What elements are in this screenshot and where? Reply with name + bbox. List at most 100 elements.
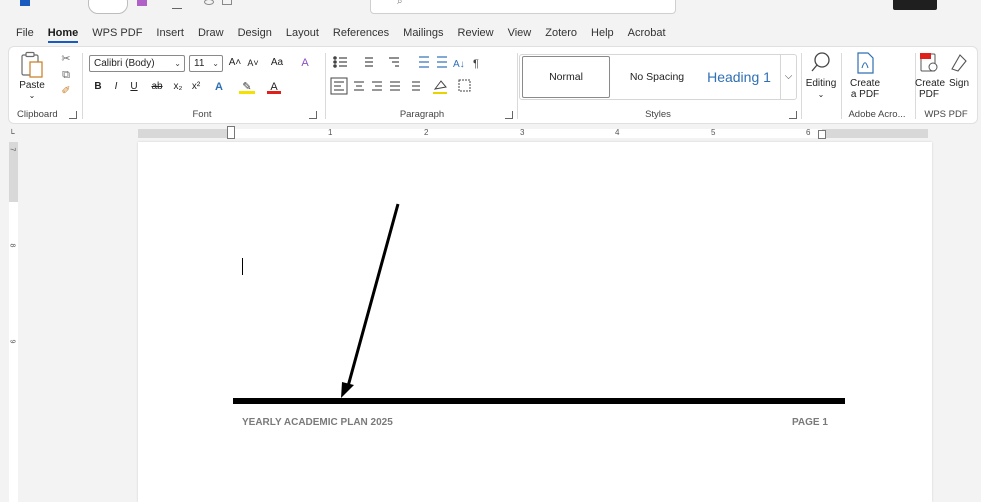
grow-font-button[interactable]: A˄ bbox=[227, 55, 243, 71]
copy-icon[interactable]: ⧉ bbox=[59, 69, 73, 81]
styles-more-icon[interactable]: ⌵ bbox=[780, 55, 796, 99]
shrink-font-button[interactable]: A˅ bbox=[245, 55, 261, 71]
line-spacing-icon[interactable] bbox=[412, 81, 420, 91]
ruler-number: 4 bbox=[615, 128, 620, 137]
tab-acrobat[interactable]: Acrobat bbox=[628, 27, 666, 39]
tab-review[interactable]: Review bbox=[458, 27, 494, 39]
tab-insert[interactable]: Insert bbox=[156, 27, 184, 39]
style-heading-1[interactable]: Heading 1 bbox=[698, 56, 780, 98]
right-indent-marker-icon[interactable] bbox=[818, 130, 826, 139]
superscript-button[interactable]: x² bbox=[189, 79, 203, 95]
sign-button[interactable]: Sign bbox=[945, 51, 973, 89]
tab-draw[interactable]: Draw bbox=[198, 27, 224, 39]
font-name-value: Calibri (Body) bbox=[94, 58, 155, 69]
tab-help[interactable]: Help bbox=[591, 27, 614, 39]
customize-qat-icon[interactable] bbox=[222, 0, 232, 5]
paste-icon bbox=[21, 51, 43, 78]
italic-button[interactable]: I bbox=[109, 79, 123, 95]
editing-label: Editing bbox=[805, 78, 837, 89]
tab-references[interactable]: References bbox=[333, 27, 389, 39]
sign-label: Sign bbox=[948, 78, 969, 89]
style-normal[interactable]: Normal bbox=[522, 56, 610, 98]
save-icon[interactable] bbox=[137, 0, 147, 6]
search-box[interactable]: ⌕ bbox=[370, 0, 676, 14]
paragraph-launcher-icon[interactable] bbox=[505, 111, 513, 119]
chevron-down-icon: ⌄ bbox=[817, 90, 825, 99]
ruler-number: 2 bbox=[424, 128, 429, 137]
vruler-number: 7 bbox=[8, 147, 16, 152]
horizontal-ruler[interactable]: └ 1 2 3 4 5 6 bbox=[0, 126, 981, 140]
document-page[interactable]: YEARLY ACADEMIC PLAN 2025 PAGE 1 bbox=[138, 142, 932, 502]
tab-layout[interactable]: Layout bbox=[286, 27, 319, 39]
word-app-icon bbox=[20, 0, 30, 6]
tab-wps-pdf[interactable]: WPS PDF bbox=[92, 27, 142, 39]
align-center-icon[interactable] bbox=[354, 81, 364, 91]
highlight-icon[interactable]: ✎ bbox=[239, 79, 255, 94]
underline-button[interactable]: U bbox=[127, 79, 141, 95]
user-account[interactable] bbox=[893, 0, 937, 10]
redo-icon[interactable] bbox=[204, 0, 214, 5]
undo-icon[interactable] bbox=[172, 1, 182, 9]
tab-view[interactable]: View bbox=[508, 27, 532, 39]
font-size-value: 11 bbox=[194, 58, 205, 69]
decrease-indent-icon[interactable] bbox=[419, 56, 429, 68]
multilevel-list-icon[interactable] bbox=[389, 57, 399, 67]
search-icon: ⌕ bbox=[397, 0, 403, 7]
font-name-select[interactable]: Calibri (Body) ⌄ bbox=[89, 55, 185, 72]
font-launcher-icon[interactable] bbox=[309, 111, 317, 119]
separator bbox=[801, 53, 802, 119]
ribbon-tabs: File Home WPS PDF Insert Draw Design Layout Ref… bbox=[0, 22, 981, 44]
create-pdf-wps-button[interactable]: Create PDF bbox=[915, 51, 945, 100]
autosave-toggle[interactable] bbox=[88, 0, 128, 14]
footer-title: YEARLY ACADEMIC PLAN 2025 bbox=[242, 417, 393, 428]
paste-button[interactable]: Paste ⌄ bbox=[15, 51, 49, 100]
tab-selector-icon[interactable]: └ bbox=[9, 129, 18, 138]
tab-home[interactable]: Home bbox=[47, 27, 78, 43]
ribbon: Paste ⌄ ✂ ⧉ ✐ Clipboard Calibri (Body) ⌄ … bbox=[8, 46, 978, 124]
footer-rule bbox=[233, 398, 845, 404]
justify-icon[interactable] bbox=[390, 81, 400, 91]
cut-icon[interactable]: ✂ bbox=[59, 53, 73, 65]
increase-indent-icon[interactable] bbox=[437, 56, 447, 68]
arrow-annotation bbox=[341, 203, 400, 398]
subscript-button[interactable]: x₂ bbox=[171, 79, 185, 95]
create-pdf-adobe-button[interactable]: Create a PDF bbox=[845, 51, 885, 100]
show-formatting-icon[interactable]: ¶ bbox=[473, 58, 479, 70]
bold-button[interactable]: B bbox=[91, 79, 105, 95]
tab-mailings[interactable]: Mailings bbox=[403, 27, 443, 39]
styles-launcher-icon[interactable] bbox=[789, 111, 797, 119]
tab-file[interactable]: File bbox=[16, 27, 34, 39]
clipboard-group: Paste ⌄ ✂ ⧉ ✐ Clipboard bbox=[9, 47, 81, 123]
tab-design[interactable]: Design bbox=[238, 27, 272, 39]
paste-chevron-icon[interactable]: ⌄ bbox=[15, 91, 49, 100]
format-painter-icon[interactable]: ✐ bbox=[59, 85, 73, 97]
paragraph-group: A↓ ¶ Paragraph bbox=[327, 47, 517, 123]
indent-marker-icon[interactable] bbox=[227, 126, 235, 139]
sort-icon[interactable]: A↓ bbox=[453, 59, 465, 70]
sign-icon bbox=[951, 54, 967, 72]
text-effects-icon[interactable]: A bbox=[211, 79, 227, 95]
font-size-select[interactable]: 11 ⌄ bbox=[189, 55, 223, 72]
change-case-button[interactable]: Aa bbox=[265, 55, 289, 71]
adobe-group-label: Adobe Acro... bbox=[848, 109, 906, 120]
ruler-number: 6 bbox=[806, 128, 811, 137]
clipboard-launcher-icon[interactable] bbox=[69, 111, 77, 119]
bullets-icon[interactable] bbox=[333, 56, 347, 68]
style-no-spacing[interactable]: No Spacing bbox=[616, 56, 698, 98]
numbering-icon[interactable] bbox=[365, 57, 373, 67]
editing-button[interactable]: Editing ⌄ bbox=[803, 51, 839, 100]
footer-page-number: PAGE 1 bbox=[792, 417, 828, 428]
vruler-number: 8 bbox=[8, 243, 16, 248]
borders-icon[interactable] bbox=[458, 79, 471, 92]
font-group-label: Font bbox=[192, 109, 212, 120]
align-right-icon[interactable] bbox=[372, 81, 382, 91]
font-color-icon[interactable]: A bbox=[267, 79, 281, 94]
tab-zotero[interactable]: Zotero bbox=[545, 27, 577, 39]
ruler-number: 5 bbox=[711, 128, 716, 137]
paragraph-group-label: Paragraph bbox=[399, 109, 445, 120]
create-label: Create bbox=[849, 78, 880, 89]
clear-formatting-icon[interactable]: A bbox=[297, 55, 313, 71]
ruler-number: 1 bbox=[328, 128, 333, 137]
strikethrough-button[interactable]: ab bbox=[149, 79, 165, 95]
shading-icon[interactable] bbox=[433, 80, 447, 94]
